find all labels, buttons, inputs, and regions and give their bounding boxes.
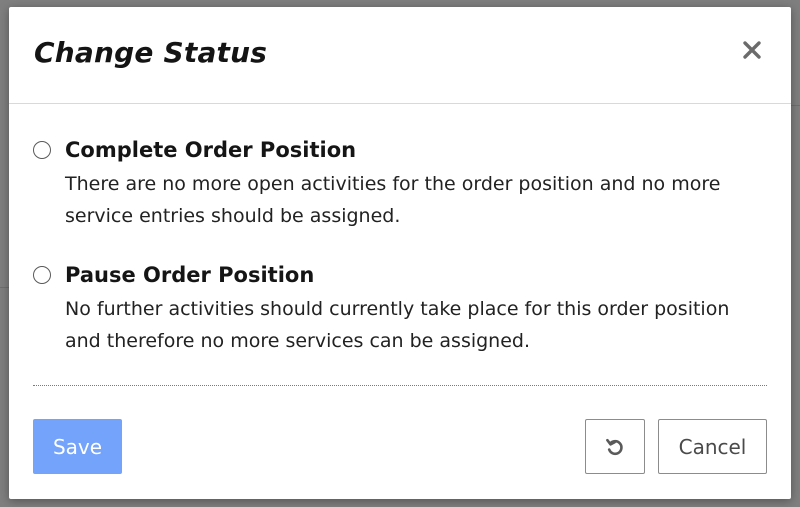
footer-divider [33, 385, 767, 386]
dialog-title: Change Status [34, 36, 268, 69]
option-description: There are no more open activities for th… [65, 173, 721, 227]
radio-pause-order-position[interactable] [33, 266, 51, 284]
undo-icon [606, 438, 623, 455]
background-divider [0, 287, 9, 288]
change-status-dialog: Change Status Complete Order Position Th… [9, 7, 791, 499]
option-title[interactable]: Pause Order Position [65, 259, 314, 291]
close-icon [743, 41, 761, 59]
dialog-header: Change Status [9, 7, 791, 104]
radio-complete-order-position[interactable] [33, 141, 51, 159]
reset-button[interactable] [585, 419, 645, 474]
close-button[interactable] [739, 37, 765, 63]
option-title[interactable]: Complete Order Position [65, 134, 356, 166]
save-button[interactable]: Save [33, 419, 122, 474]
background-divider [791, 105, 800, 106]
cancel-button[interactable]: Cancel [658, 419, 767, 474]
option-description: No further activities should currently t… [65, 298, 730, 352]
